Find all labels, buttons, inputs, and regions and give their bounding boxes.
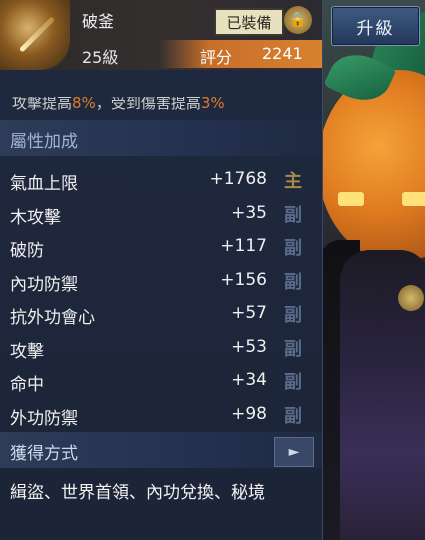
- score-label: 評分: [200, 48, 233, 67]
- attribute-row: 氣血上限 +1768 主: [0, 164, 322, 198]
- lock-icon[interactable]: 🔒: [284, 6, 312, 34]
- attribute-tag: 副: [284, 305, 302, 326]
- item-name: 破釜: [82, 12, 115, 31]
- attribute-value: +57: [231, 303, 267, 323]
- attribute-value: +34: [231, 370, 267, 390]
- attribute-name: 抗外功會心: [10, 308, 95, 328]
- attribute-value: +35: [231, 202, 267, 223]
- score-value: 2241: [262, 44, 303, 63]
- attribute-tag: 副: [284, 271, 302, 293]
- upgrade-button[interactable]: 升級: [331, 6, 420, 46]
- item-header: 破釜 25級 已裝備 🔒 評分 2241: [0, 0, 322, 70]
- acquisition-title: 獲得方式: [10, 444, 78, 464]
- attribute-name: 破防: [10, 241, 44, 261]
- item-icon[interactable]: [0, 0, 70, 70]
- attribute-value: +53: [231, 336, 267, 357]
- pumpkin-eye: [338, 192, 364, 206]
- attributes-title: 屬性加成: [10, 132, 78, 152]
- attribute-row: 抗外功會心 +57 副: [0, 298, 322, 332]
- attribute-name: 木攻擊: [10, 207, 61, 228]
- attribute-tag: 副: [284, 204, 302, 226]
- attribute-tag: 副: [284, 238, 302, 259]
- attribute-row: 外功防禦 +98 副: [0, 399, 322, 433]
- attribute-row: 攻擊 +53 副: [0, 332, 322, 366]
- attribute-name: 內功防禦: [10, 274, 78, 295]
- equipped-badge: 已裝備: [214, 8, 284, 36]
- attribute-tag: 副: [284, 372, 302, 393]
- acquisition-sources: 緝盜、世界首領、內功兌換、秘境: [10, 483, 265, 503]
- item-detail-panel: 破釜 25級 已裝備 🔒 評分 2241 攻擊提高8%，受到傷害提高3% 屬性加…: [0, 0, 323, 540]
- acquisition-arrow-button[interactable]: ►: [274, 437, 314, 467]
- attributes-list: 氣血上限 +1768 主木攻擊 +35 副破防 +117 副內功防禦 +156 副抗外功會心 +5…: [0, 164, 322, 432]
- attribute-value: +156: [220, 269, 267, 290]
- attribute-value: +98: [231, 403, 267, 424]
- attribute-row: 命中 +34 副: [0, 365, 322, 399]
- attribute-value: +1768: [209, 169, 267, 189]
- attribute-name: 外功防禦: [10, 408, 78, 429]
- attribute-row: 內功防禦 +156 副: [0, 265, 322, 299]
- attribute-value: +117: [220, 236, 267, 256]
- character-scene: [310, 0, 425, 540]
- attribute-tag: 副: [284, 338, 302, 360]
- pumpkin-eye: [402, 192, 425, 206]
- attributes-header: 屬性加成: [0, 120, 322, 156]
- attribute-name: 命中: [10, 375, 44, 395]
- ornament: [398, 285, 424, 311]
- attribute-row: 木攻擊 +35 副: [0, 198, 322, 232]
- attribute-tag: 主: [284, 171, 302, 192]
- attribute-tag: 副: [284, 405, 302, 427]
- item-level: 25級: [82, 48, 119, 67]
- attribute-name: 攻擊: [10, 341, 44, 362]
- attribute-name: 氣血上限: [10, 174, 78, 194]
- item-description: 攻擊提高8%，受到傷害提高3%: [12, 97, 225, 111]
- attribute-row: 破防 +117 副: [0, 231, 322, 265]
